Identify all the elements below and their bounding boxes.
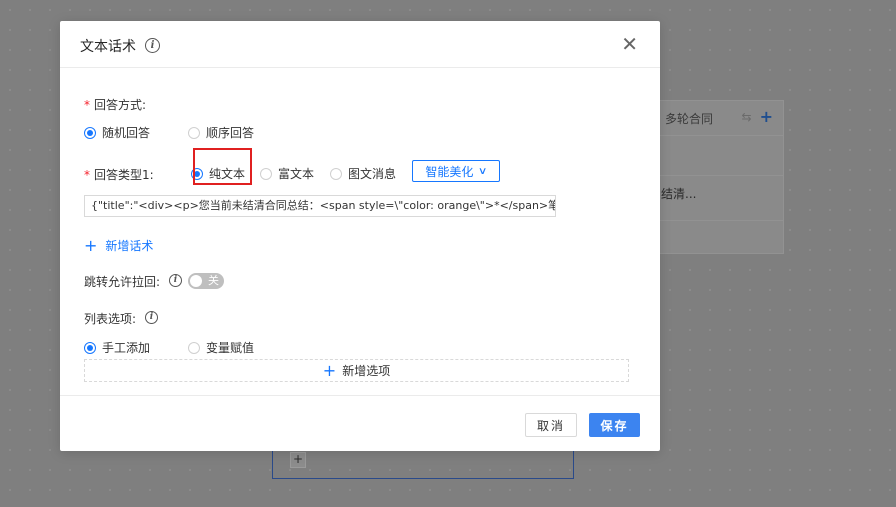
plus-icon: + (322, 360, 337, 380)
radio-variable-assign[interactable]: 变量赋值 (188, 339, 254, 356)
required-mark: * (84, 98, 90, 112)
radio-label: 图文消息 (348, 167, 397, 181)
close-icon[interactable]: ✕ (621, 34, 638, 54)
radio-random-answer[interactable]: 随机回答 (84, 124, 150, 141)
radio-label: 顺序回答 (206, 126, 255, 140)
allow-pullback-toggle[interactable]: 关 (188, 273, 224, 289)
radio-manual-add[interactable]: 手工添加 (84, 339, 150, 356)
save-button[interactable]: 保存 (589, 413, 640, 437)
answer-type-label-text: 回答类型1: (94, 168, 154, 182)
background-panel: 多轮合同 ⇆ + 结清... (658, 100, 784, 254)
radio-sequential-answer[interactable]: 顺序回答 (188, 124, 254, 141)
radio-dot (330, 167, 342, 180)
info-icon[interactable]: i (169, 274, 182, 287)
chevron-down-icon: ∨ (478, 165, 488, 177)
add-option-label: 新增选项 (342, 364, 391, 378)
add-script-button[interactable]: + 新增话术 (84, 237, 153, 254)
radio-image-text-message[interactable]: 图文消息 (330, 165, 396, 182)
radio-rich-text[interactable]: 富文本 (260, 165, 314, 182)
radio-label: 富文本 (278, 167, 315, 181)
radio-label: 变量赋值 (206, 341, 255, 355)
toggle-text: 关 (208, 274, 219, 287)
background-panel-header: 多轮合同 ⇆ + (659, 101, 783, 136)
smart-beautify-label: 智能美化 (425, 164, 474, 179)
answer-mode-label: * 回答方式: (84, 96, 146, 113)
allow-pullback-label: 跳转允许拉回: (84, 275, 161, 289)
answer-content-input[interactable]: {"title":"<div><p>您当前未结清合同总结：<span style… (84, 195, 556, 217)
radio-dot (84, 341, 96, 354)
radio-dot (260, 167, 272, 180)
text-script-dialog: 文本话术 i ✕ * 回答方式: 随机回答 顺序回答 * 回答类型1: 纯文本 富文… (60, 21, 660, 451)
highlight-box (193, 148, 252, 185)
radio-label: 手工添加 (102, 341, 151, 355)
dialog-title: 文本话术 (80, 39, 136, 55)
plus-icon[interactable]: + (760, 109, 773, 125)
info-icon[interactable]: i (145, 38, 160, 53)
add-script-label: 新增话术 (105, 239, 154, 253)
info-icon[interactable]: i (145, 311, 158, 324)
radio-label: 随机回答 (102, 126, 151, 140)
cancel-button[interactable]: 取消 (525, 413, 577, 437)
background-panel-text: 结清... (661, 187, 697, 201)
dialog-footer: 取消 保存 (60, 395, 660, 452)
required-mark: * (84, 168, 90, 182)
list-options-label: 列表选项: (84, 312, 137, 326)
radio-dot (84, 126, 96, 139)
background-panel-title: 多轮合同 (665, 111, 714, 126)
sync-icon[interactable]: ⇆ (742, 110, 752, 124)
smart-beautify-dropdown[interactable]: 智能美化 ∨ (412, 160, 500, 182)
radio-dot (188, 126, 200, 139)
radio-dot (188, 341, 200, 354)
answer-mode-label-text: 回答方式: (94, 98, 147, 112)
background-panel-icons: ⇆ + (742, 109, 773, 125)
add-option-button[interactable]: + 新增选项 (84, 359, 629, 382)
toggle-knob (190, 275, 202, 287)
answer-type-label: * 回答类型1: (84, 166, 154, 183)
plus-icon: + (84, 235, 98, 255)
background-node-add-button[interactable]: + (290, 452, 306, 468)
dialog-header: 文本话术 i ✕ (60, 21, 660, 68)
